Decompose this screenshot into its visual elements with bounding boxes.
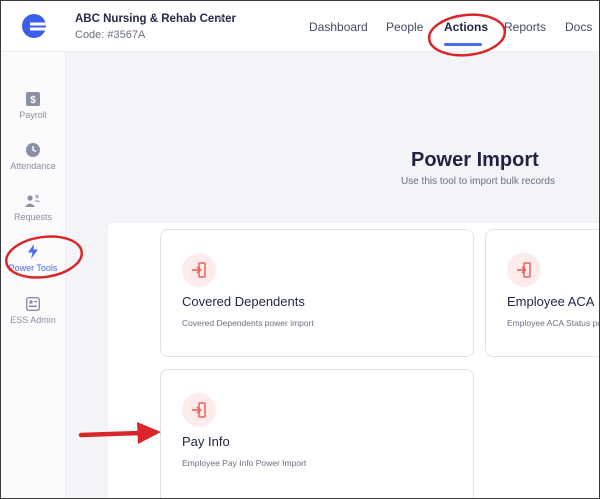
- page-subtitle: Use this tool to import bulk records: [401, 176, 555, 187]
- card-icon-badge: [182, 253, 216, 287]
- import-icon: [517, 262, 531, 278]
- sidebar-item-requests[interactable]: Requests: [1, 194, 65, 222]
- org-code: Code: #3567A: [75, 29, 146, 41]
- card-title: Pay Info: [182, 434, 230, 449]
- nav-reports[interactable]: Reports: [504, 20, 546, 34]
- sidebar-item-ess-admin[interactable]: ESS Admin: [1, 297, 65, 325]
- sidebar: $ Payroll Attendance Requests Power Tool…: [1, 52, 66, 498]
- card-icon-badge: [182, 393, 216, 427]
- badge-icon: [26, 297, 40, 311]
- people-icon: [25, 194, 41, 207]
- card-description: Employee ACA Status power import: [507, 318, 599, 328]
- nav-people[interactable]: People: [386, 20, 423, 34]
- nav-dashboard[interactable]: Dashboard: [309, 20, 368, 34]
- dollar-icon: $: [26, 92, 40, 106]
- org-name[interactable]: ABC Nursing & Rehab Center: [75, 13, 236, 25]
- import-icon: [192, 262, 206, 278]
- card-title: Covered Dependents: [182, 294, 305, 309]
- card-description: Covered Dependents power import: [182, 318, 314, 328]
- import-cards-panel: Covered Dependents Covered Dependents po…: [108, 223, 599, 498]
- nav-actions[interactable]: Actions: [444, 20, 488, 34]
- sidebar-label-attendance: Attendance: [10, 161, 56, 171]
- sidebar-item-payroll[interactable]: $ Payroll: [1, 92, 65, 120]
- card-covered-dependents[interactable]: Covered Dependents Covered Dependents po…: [160, 229, 474, 357]
- active-nav-indicator: [444, 43, 482, 46]
- import-icon: [192, 402, 206, 418]
- sidebar-label-payroll: Payroll: [19, 110, 47, 120]
- svg-text:$: $: [30, 95, 36, 106]
- sidebar-item-power-tools[interactable]: Power Tools: [1, 244, 65, 273]
- sidebar-label-ess-admin: ESS Admin: [10, 315, 56, 325]
- org-dropdown-chevron-icon[interactable]: [217, 17, 225, 23]
- card-description: Employee Pay Info Power Import: [182, 458, 307, 468]
- sidebar-label-requests: Requests: [13, 212, 53, 222]
- card-title: Employee ACA: [507, 294, 595, 309]
- card-icon-badge: [507, 253, 541, 287]
- app-window: ABC Nursing & Rehab Center Code: #3567A …: [0, 0, 600, 499]
- sidebar-label-power-tools: Power Tools: [8, 263, 58, 273]
- clock-icon: [26, 143, 40, 157]
- sidebar-item-attendance[interactable]: Attendance: [1, 143, 65, 171]
- card-employee-aca[interactable]: Employee ACA Employee ACA Status power i…: [485, 229, 599, 357]
- main-content: Power Import Use this tool to import bul…: [66, 52, 599, 498]
- top-header: ABC Nursing & Rehab Center Code: #3567A …: [1, 1, 599, 52]
- lightning-icon: [28, 244, 38, 259]
- nav-docs[interactable]: Docs: [565, 20, 592, 34]
- page-title: Power Import: [411, 149, 539, 171]
- app-logo-icon[interactable]: [21, 13, 47, 39]
- card-pay-info[interactable]: Pay Info Employee Pay Info Power Import: [160, 369, 474, 498]
